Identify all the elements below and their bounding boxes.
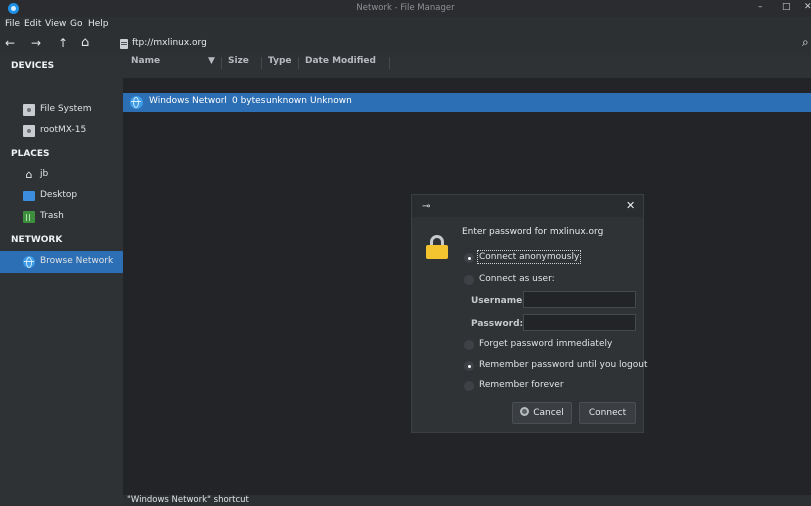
sidebar-item-browse-network[interactable]: Browse Network <box>0 251 123 273</box>
sidebar: File System rootMX-15 PLACES ⌂ jb Deskto… <box>0 78 123 506</box>
globe-icon <box>130 96 143 109</box>
sidebar-header-area: DEVICES <box>0 55 123 78</box>
file-type: unknown <box>266 96 307 106</box>
column-divider[interactable] <box>261 57 262 69</box>
radio-label: Remember password until you logout <box>479 360 648 370</box>
cancel-icon <box>520 407 530 416</box>
column-size[interactable]: Size <box>228 56 249 66</box>
network-header: NETWORK <box>11 235 63 245</box>
cancel-button[interactable]: Cancel <box>512 402 572 424</box>
toolbar: ← → ↑ ⌂ ftp://mxlinux.org ⌕ <box>0 33 811 55</box>
connect-label: Connect <box>588 408 627 418</box>
sidebar-item-file-system[interactable]: File System <box>0 100 123 120</box>
radio-label: Remember forever <box>479 380 564 390</box>
file-size: 0 bytes <box>232 96 266 106</box>
sidebar-item-trash[interactable]: Trash <box>0 207 123 227</box>
column-divider[interactable] <box>389 57 390 69</box>
search-icon[interactable]: ⌕ <box>802 35 809 50</box>
sidebar-item-label: File System <box>40 104 92 114</box>
desktop-icon <box>23 191 35 201</box>
menu-edit[interactable]: Edit <box>24 19 41 29</box>
sidebar-item-desktop[interactable]: Desktop <box>0 186 123 206</box>
column-headers: Name ▼ Size Type Date Modified <box>123 55 811 78</box>
file-modified: Unknown <box>310 96 352 106</box>
radio-label: Forget password immediately <box>479 339 613 349</box>
radio-button[interactable] <box>464 381 474 391</box>
menu-go[interactable]: Go <box>70 19 82 29</box>
forward-arrow-icon[interactable]: → <box>31 36 41 50</box>
key-icon: ⊸ <box>422 201 431 212</box>
radio-button[interactable] <box>464 340 474 350</box>
sidebar-item-jb[interactable]: ⌂ jb <box>0 165 123 185</box>
menu-help[interactable]: Help <box>88 19 109 29</box>
window-title: Network - File Manager <box>356 3 455 13</box>
back-arrow-icon[interactable]: ← <box>5 36 15 50</box>
radio-button[interactable] <box>464 275 474 285</box>
password-dialog: ⊸ ✕ Enter password for mxlinux.org Conne… <box>411 194 648 433</box>
menu-file[interactable]: File <box>5 19 20 29</box>
sidebar-item-label: rootMX-15 <box>40 125 87 135</box>
status-text: "Windows Network" shortcut <box>127 495 249 505</box>
location-path[interactable]: ftp://mxlinux.org <box>132 38 207 48</box>
password-label: Password: <box>471 319 524 329</box>
column-name[interactable]: Name <box>131 56 160 66</box>
sort-down-icon[interactable]: ▼ <box>208 56 215 66</box>
lock-icon <box>426 235 448 259</box>
sidebar-item-label: Desktop <box>40 190 78 200</box>
devices-header: DEVICES <box>11 61 55 71</box>
maximize-button[interactable]: □ <box>782 2 791 12</box>
password-field[interactable] <box>523 314 636 331</box>
drive-icon <box>23 125 35 137</box>
home-icon[interactable]: ⌂ <box>81 36 89 50</box>
sidebar-item-label: jb <box>40 169 49 179</box>
sidebar-item-label: Trash <box>40 211 64 221</box>
radio-button[interactable] <box>464 361 474 371</box>
globe-icon <box>23 256 35 268</box>
sidebar-item-rootmx-15[interactable]: rootMX-15 <box>0 121 123 141</box>
location-file-icon <box>120 39 128 49</box>
column-date-modified[interactable]: Date Modified <box>305 56 376 66</box>
places-header: PLACES <box>11 149 50 159</box>
up-arrow-icon[interactable]: ↑ <box>58 36 68 50</box>
status-bar: "Windows Network" shortcut <box>123 495 811 506</box>
minimize-button[interactable]: – <box>758 2 763 12</box>
close-window-button[interactable]: ✕ <box>804 2 811 12</box>
dialog-close-button[interactable]: ✕ <box>626 199 635 212</box>
radio-label: Connect anonymously <box>476 250 582 264</box>
column-divider[interactable] <box>298 57 299 69</box>
username-field[interactable] <box>523 291 636 308</box>
title-bar: Network - File Manager – □ ✕ <box>0 0 811 17</box>
dialog-title-bar: ⊸ ✕ <box>412 195 643 217</box>
trash-icon <box>23 211 35 223</box>
cancel-label: Cancel <box>533 408 564 418</box>
drive-icon <box>23 104 35 116</box>
menu-view[interactable]: View <box>45 19 66 29</box>
file-name: Windows Networl <box>149 96 227 106</box>
column-type[interactable]: Type <box>268 56 291 66</box>
connect-button[interactable]: Connect <box>579 402 636 424</box>
column-divider[interactable] <box>221 57 222 69</box>
home-icon: ⌂ <box>25 168 33 181</box>
table-row[interactable]: Windows Networl 0 bytes unknown Unknown <box>123 93 811 112</box>
dialog-message: Enter password for mxlinux.org <box>462 227 604 237</box>
menu-bar: File Edit View Go Help <box>0 17 811 33</box>
radio-label: Connect as user: <box>479 274 555 284</box>
radio-button[interactable] <box>464 253 474 263</box>
sidebar-item-label: Browse Network <box>40 256 114 266</box>
username-label: Username: <box>471 296 526 306</box>
